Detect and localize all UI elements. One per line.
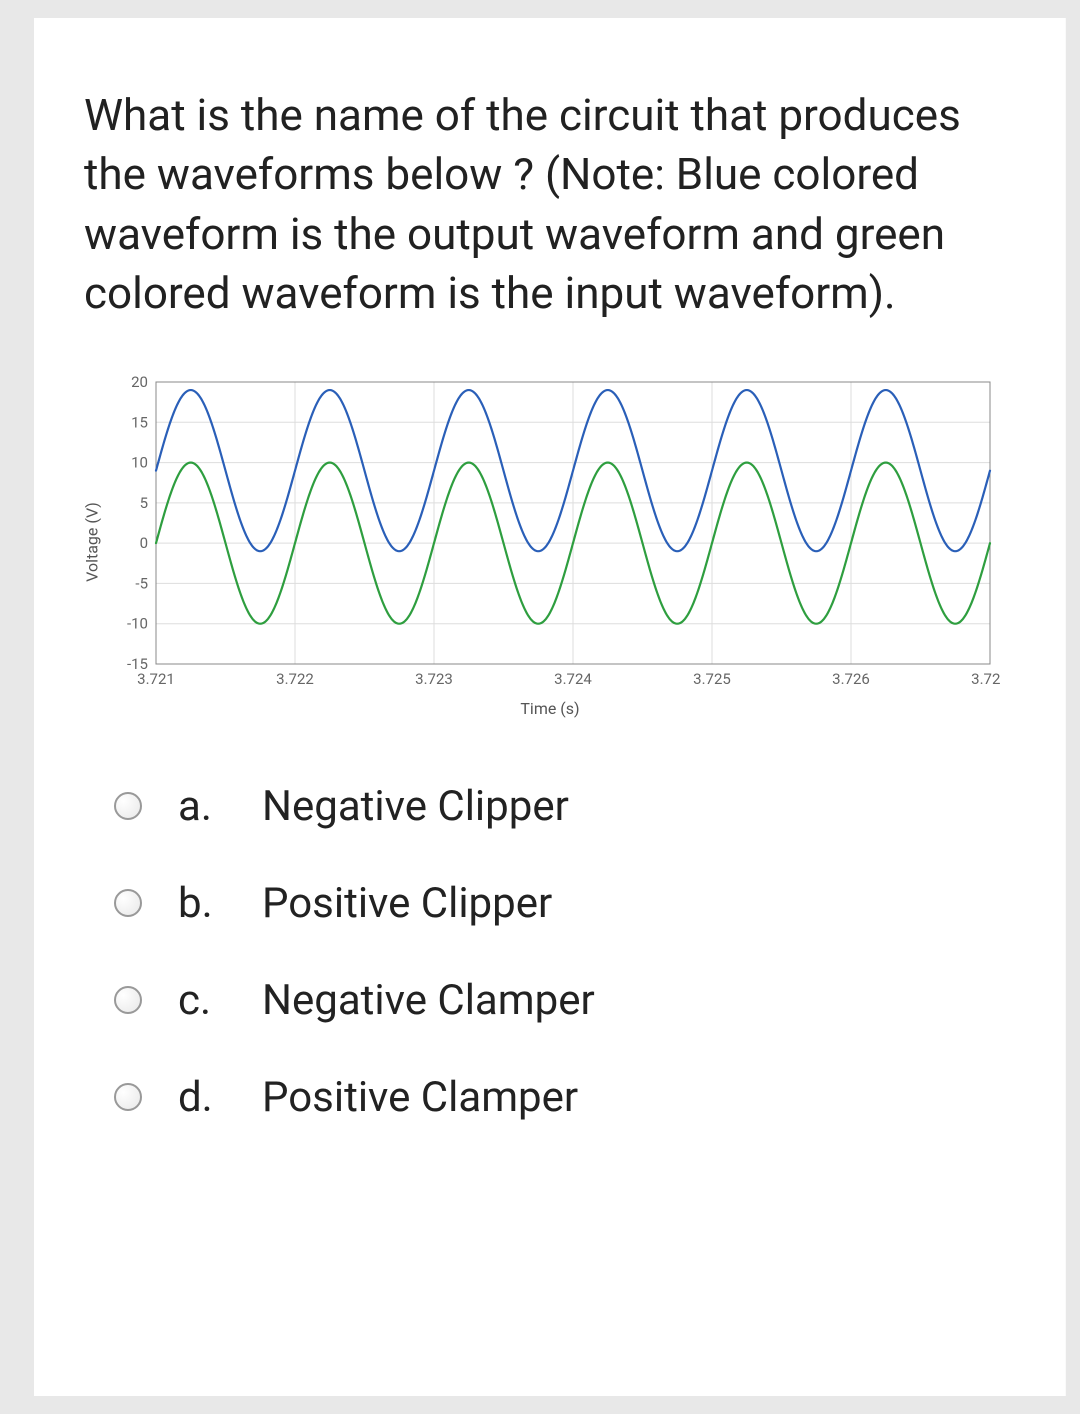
option-text: Positive Clamper xyxy=(262,1073,578,1122)
svg-text:10: 10 xyxy=(131,453,148,471)
chart-svg: -15-10-5051015203.7213.7223.7233.7243.72… xyxy=(100,372,1000,712)
svg-text:3.725: 3.725 xyxy=(693,670,731,688)
option-letter: a. xyxy=(178,782,226,831)
radio-button[interactable] xyxy=(114,1083,142,1111)
svg-text:-10: -10 xyxy=(127,614,148,632)
radio-button[interactable] xyxy=(114,986,142,1014)
option-a[interactable]: a. Negative Clipper xyxy=(114,782,1016,831)
waveform-chart: Voltage (V) -15-10-5051015203.7213.7223.… xyxy=(100,372,1000,712)
svg-text:0: 0 xyxy=(140,534,148,552)
answer-options: a. Negative Clipper b. Positive Clipper c. Ne… xyxy=(84,782,1016,1122)
y-axis-label: Voltage (V) xyxy=(83,502,102,582)
svg-text:3.726: 3.726 xyxy=(832,670,870,688)
svg-text:15: 15 xyxy=(131,413,148,431)
svg-text:3.723: 3.723 xyxy=(415,670,453,688)
svg-text:3.722: 3.722 xyxy=(276,670,314,688)
svg-text:3.727: 3.727 xyxy=(971,670,1000,688)
option-b[interactable]: b. Positive Clipper xyxy=(114,879,1016,928)
svg-text:3.724: 3.724 xyxy=(554,670,592,688)
svg-text:5: 5 xyxy=(140,493,148,511)
option-text: Negative Clamper xyxy=(262,976,595,1025)
question-text: What is the name of the circuit that pro… xyxy=(84,86,1016,324)
radio-button[interactable] xyxy=(114,889,142,917)
radio-button[interactable] xyxy=(114,792,142,820)
option-c[interactable]: c. Negative Clamper xyxy=(114,976,1016,1025)
svg-text:3.721: 3.721 xyxy=(137,670,175,688)
svg-text:20: 20 xyxy=(131,373,148,391)
option-letter: d. xyxy=(178,1073,226,1122)
option-letter: b. xyxy=(178,879,226,928)
x-axis-label: Time (s) xyxy=(100,699,1000,718)
option-letter: c. xyxy=(178,976,226,1025)
question-card: What is the name of the circuit that pro… xyxy=(34,18,1066,1396)
svg-text:-5: -5 xyxy=(135,574,148,592)
option-d[interactable]: d. Positive Clamper xyxy=(114,1073,1016,1122)
option-text: Negative Clipper xyxy=(262,782,569,831)
option-text: Positive Clipper xyxy=(262,879,552,928)
